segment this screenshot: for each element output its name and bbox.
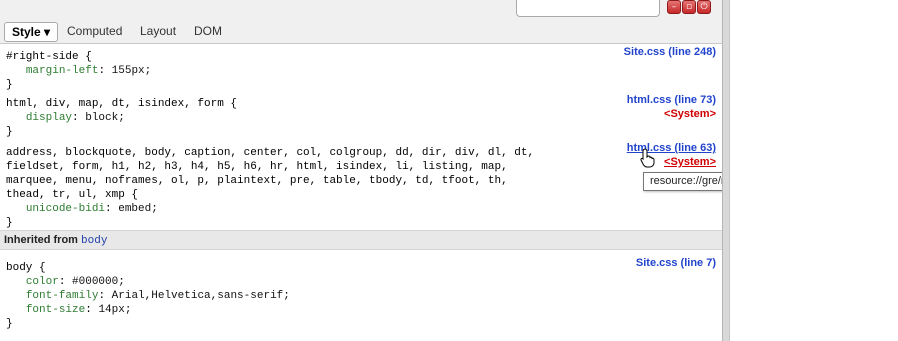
rule-declaration[interactable]: font-size: 14px; — [6, 303, 132, 317]
tab-dom[interactable]: DOM — [194, 22, 222, 40]
inherited-label: Inherited from — [4, 234, 82, 246]
source-link[interactable]: html.css (line 73) <System> — [627, 93, 716, 121]
property-value: Arial,Helvetica,sans-serif; — [111, 290, 290, 302]
toolbar: – ▫ ⏻ — [0, 0, 722, 20]
hand-cursor-icon — [640, 148, 655, 168]
rule-selector: #right-side { — [6, 51, 92, 63]
rule-selector-line: marquee, menu, noframes, ol, p, plaintex… — [6, 175, 508, 187]
property-value: 155px; — [111, 65, 152, 77]
property-value: #000000; — [72, 276, 125, 288]
property-name: color — [25, 276, 59, 288]
rule-selector-line: address, blockquote, body, caption, cent… — [6, 147, 535, 159]
css-style-panel: – ▫ ⏻ Style ▾ Computed Layout DOM #right… — [0, 0, 722, 341]
search-input[interactable] — [516, 0, 660, 17]
property-value: block; — [85, 112, 125, 124]
source-link-label: Site.css (line 7) — [635, 257, 716, 269]
minimize-icon[interactable]: – — [667, 0, 681, 14]
tab-bar: Style ▾ Computed Layout DOM — [0, 20, 722, 44]
rule-closing-brace: } — [6, 318, 13, 330]
rule-selector-line: fieldset, form, h1, h2, h3, h4, h5, h6, … — [6, 161, 508, 173]
rule-declaration[interactable]: font-family: Arial,Helvetica,sans-serif; — [6, 289, 290, 303]
source-link[interactable]: Site.css (line 248) — [624, 45, 716, 59]
source-link-label: html.css (line 73) — [626, 94, 716, 106]
property-name: margin-left — [25, 65, 99, 77]
close-icon[interactable]: ⏻ — [697, 0, 711, 14]
rule-selector: body { — [6, 262, 46, 274]
inherited-element-link[interactable]: body — [81, 235, 107, 247]
panel-splitter[interactable] — [722, 0, 730, 341]
property-name: unicode-bidi — [25, 203, 106, 215]
chevron-down-icon: ▾ — [44, 25, 51, 39]
rule-selector-line: thead, tr, ul, xmp { — [6, 189, 139, 201]
source-link[interactable]: Site.css (line 7) — [636, 256, 716, 270]
system-label: <System> — [664, 108, 716, 120]
system-label: <System> — [664, 156, 716, 168]
tab-computed[interactable]: Computed — [67, 22, 122, 40]
tab-style-label: Style — [12, 25, 41, 39]
rule-closing-brace: } — [6, 217, 13, 229]
source-link-label: Site.css (line 248) — [623, 46, 716, 58]
restore-icon[interactable]: ▫ — [682, 0, 696, 14]
inherited-header: Inherited from body — [0, 230, 722, 250]
tab-style[interactable]: Style ▾ — [4, 22, 59, 42]
property-value: embed; — [118, 203, 158, 215]
tab-layout[interactable]: Layout — [140, 22, 176, 40]
rule-closing-brace: } — [6, 126, 13, 138]
property-name: display — [25, 112, 73, 124]
rule-closing-brace: } — [6, 79, 13, 91]
property-name: font-size — [25, 304, 86, 316]
rule-declaration[interactable]: display: block; — [6, 111, 125, 125]
property-value: 14px; — [98, 304, 132, 316]
rule-declaration[interactable]: unicode-bidi: embed; — [6, 202, 158, 216]
source-tooltip: resource://gre/res/html.css — [643, 172, 722, 191]
rule-selector: html, div, map, dt, isindex, form { — [6, 98, 238, 110]
rule-declaration[interactable]: color: #000000; — [6, 275, 125, 289]
rule-declaration[interactable]: margin-left: 155px; — [6, 64, 151, 78]
property-name: font-family — [25, 290, 99, 302]
